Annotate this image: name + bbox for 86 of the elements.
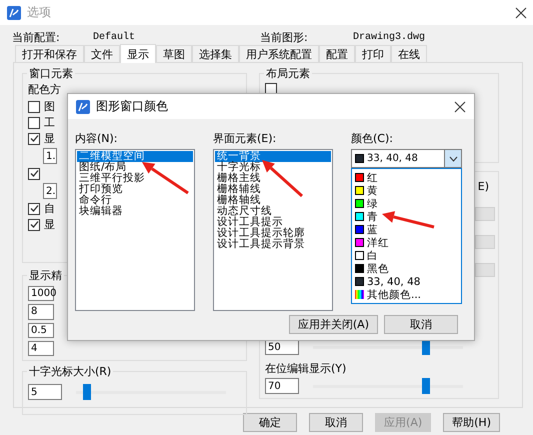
input-field[interactable]: 5 (28, 384, 62, 400)
checkbox[interactable] (28, 202, 40, 214)
list-item[interactable]: 命令行 (77, 195, 193, 206)
palette-icon (355, 290, 364, 299)
list-item[interactable]: 三维平行投影 (77, 173, 193, 184)
group-title: 显示精 (27, 268, 64, 283)
menu-item[interactable]: 洋红 (355, 236, 458, 249)
checkbox[interactable] (28, 116, 40, 128)
window-title: 选项 (27, 4, 52, 21)
close-icon[interactable] (454, 100, 466, 112)
drawing-value: Drawing3.dwg (353, 32, 426, 42)
close-icon[interactable] (515, 6, 527, 18)
checkbox[interactable] (265, 82, 277, 94)
chevron-icon[interactable] (444, 150, 461, 167)
checkbox-label: 自 (44, 201, 55, 216)
checkbox-label: 图 (44, 99, 55, 114)
menu-item[interactable]: 绿 (355, 197, 458, 210)
input-field[interactable]: 1000 (28, 286, 54, 302)
annotation-arrow (382, 211, 434, 228)
list-item[interactable]: 二维模型空间 (77, 151, 193, 162)
tab[interactable]: 文件 (84, 45, 120, 62)
dialog-button[interactable]: 帮助(H) (443, 413, 500, 432)
tab[interactable]: 配置 (319, 45, 355, 62)
slider-thumb[interactable] (83, 384, 92, 400)
dialog-button[interactable]: 取消 (309, 413, 364, 432)
list-item[interactable]: 图纸/布局 (77, 162, 193, 173)
list-item[interactable]: 设计工具提示轮廓 (215, 228, 331, 239)
tab[interactable]: 草图 (156, 45, 192, 62)
tab[interactable]: 用户系统配置 (239, 45, 319, 62)
list-item[interactable]: 设计工具提示背景 (215, 239, 331, 250)
field-label: 配色方 (28, 82, 62, 97)
dialog-button[interactable]: 应用并关闭(A) (288, 315, 378, 334)
list-item[interactable]: 栅格轴线 (215, 195, 331, 206)
input-field[interactable]: 1. (43, 148, 57, 164)
field-label: 在位编辑显示(Y) (265, 361, 348, 376)
input-field[interactable]: 0.5 (28, 322, 54, 338)
checkbox[interactable] (28, 168, 40, 180)
tab[interactable]: 打开和保存 (15, 45, 84, 62)
input-field[interactable]: 70 (265, 378, 299, 394)
input-field[interactable]: 4 (28, 340, 54, 356)
dialog-title: 图形窗口颜色 (96, 98, 169, 115)
menu-item[interactable]: 其他颜色... (355, 288, 458, 301)
input-field[interactable]: 8 (28, 304, 54, 320)
list-item[interactable]: 设计工具提示 (215, 217, 331, 228)
checkbox[interactable] (28, 218, 40, 230)
list-label: 颜色(C): (351, 131, 394, 146)
profile-value: Default (93, 32, 136, 42)
list-item[interactable]: 栅格辅线 (215, 184, 331, 195)
menu-item[interactable]: 白 (355, 249, 458, 262)
checkbox-label: 显 (44, 217, 55, 232)
tab[interactable]: 打印 (355, 45, 391, 62)
list-label: 界面元素(E): (213, 131, 278, 146)
menu-item[interactable]: 黑色 (355, 262, 458, 275)
group-title: 布局元素 (264, 66, 312, 81)
checkbox[interactable] (28, 100, 40, 112)
checkbox[interactable] (28, 132, 40, 144)
annotation-arrow (142, 162, 189, 194)
field-label: E) (478, 180, 489, 193)
tab[interactable]: 选择集 (192, 45, 239, 62)
menu-item[interactable]: 蓝 (355, 223, 458, 236)
drawing-label: 当前图形: (260, 30, 309, 44)
group-title: 十字光标大小(R) (27, 364, 114, 379)
list-item[interactable]: 十字光标 (215, 162, 331, 173)
menu-item[interactable]: 黄 (355, 184, 458, 197)
list-label: 内容(N): (75, 131, 119, 146)
profile-label: 当前配置: (12, 30, 61, 44)
menu-item[interactable]: 青 (355, 210, 458, 223)
group-title: 窗口元素 (27, 66, 75, 81)
list-item[interactable]: 打印预览 (77, 184, 193, 195)
dialog-button[interactable]: 取消 (384, 315, 458, 334)
list-item[interactable]: 块编辑器 (77, 206, 193, 217)
list-item[interactable]: 动态尺寸线 (215, 206, 331, 217)
color-dropdown[interactable]: 33, 40, 48 (351, 149, 462, 168)
dialog-icon (76, 100, 90, 114)
input-field[interactable]: 2. (43, 183, 57, 199)
dialog-button[interactable]: 确定 (243, 413, 298, 432)
slider-thumb[interactable] (422, 378, 430, 394)
annotation-arrow (262, 160, 303, 198)
tab[interactable]: 显示 (120, 44, 156, 63)
checkbox-label: 工 (44, 115, 55, 130)
checkbox-label: 显 (44, 131, 55, 146)
menu-item[interactable]: 33, 40, 48 (355, 275, 458, 288)
menu-item[interactable]: 红 (355, 171, 458, 184)
list-item[interactable]: 栅格主线 (215, 173, 331, 184)
app-icon (7, 6, 21, 20)
tab[interactable]: 在线 (391, 45, 427, 62)
